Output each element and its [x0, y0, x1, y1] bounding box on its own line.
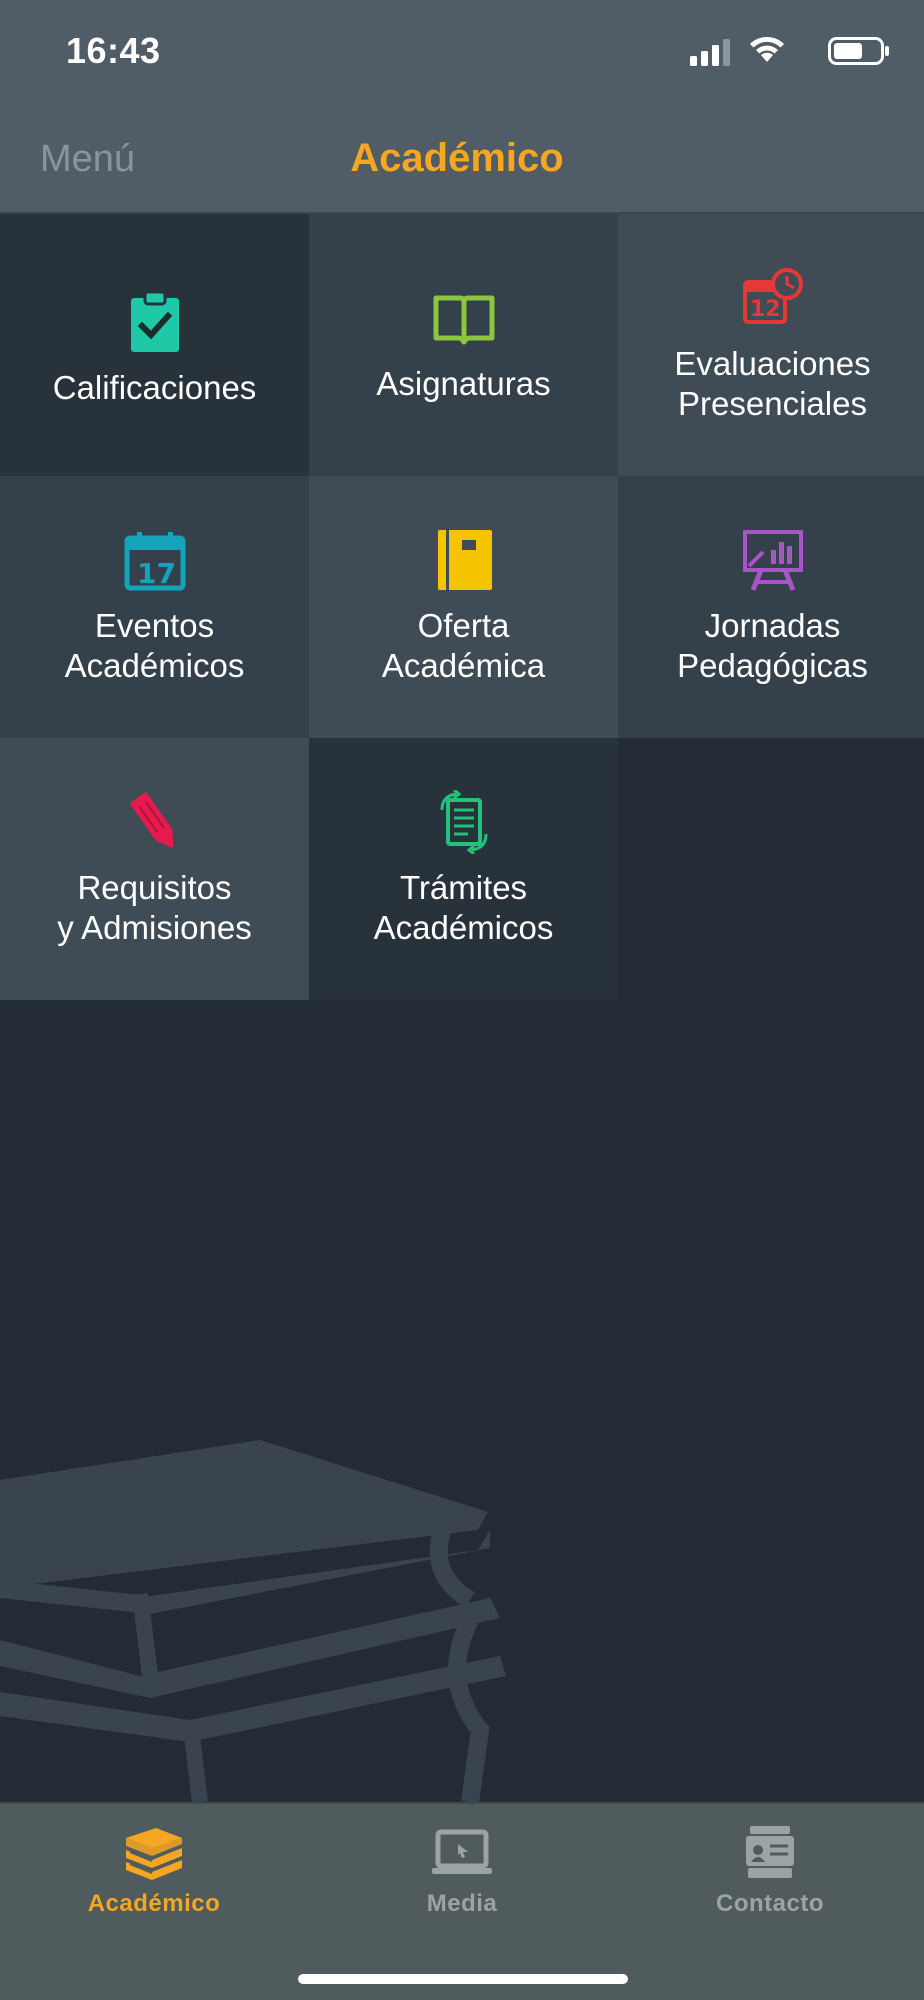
notebook-icon: [437, 530, 492, 590]
tile-label: Oferta Académica: [381, 607, 546, 684]
svg-text:12: 12: [750, 297, 781, 322]
wifi-icon: [750, 36, 784, 62]
battery-icon: [828, 37, 889, 65]
tile-label: Calificaciones: [52, 369, 257, 406]
open-book-icon: [433, 295, 494, 345]
books-background-illustration: [0, 1440, 506, 1802]
tile-asignaturas[interactable]: Asignaturas: [309, 214, 618, 476]
tile-label: Evaluaciones Presenciales: [674, 345, 871, 422]
presentation-board-icon: [742, 530, 803, 591]
tile-oferta-academica[interactable]: Oferta Académica: [309, 476, 618, 738]
calendar-17-icon: 17: [124, 532, 185, 591]
tab-label: Contacto: [716, 1890, 824, 1917]
tile-eventos-academicos[interactable]: 17 Eventos Académicos: [0, 476, 309, 738]
calendar-day-number: 17: [137, 557, 176, 590]
document-refresh-icon: [440, 790, 487, 854]
tile-requisitos-admisiones[interactable]: Requisitos y Admisiones: [0, 738, 309, 1000]
page-title: Académico: [350, 136, 564, 180]
tile-tramites-academicos[interactable]: Trámites Académicos: [309, 738, 618, 1000]
status-bar: 16:43: [0, 0, 924, 100]
tile-label: Trámites Académicos: [373, 869, 554, 946]
tile-label: Asignaturas: [376, 365, 551, 402]
nav-bar: Menú Académico: [0, 100, 924, 214]
home-indicator[interactable]: [298, 1974, 628, 1984]
status-icons: [630, 34, 890, 68]
tile-calificaciones[interactable]: Calificaciones: [0, 214, 309, 476]
tile-label: Eventos Académicos: [64, 607, 245, 684]
tab-academico[interactable]: Académico: [0, 1824, 308, 1934]
contact-card-icon: [746, 1826, 794, 1878]
tab-label: Académico: [87, 1890, 221, 1917]
tile-jornadas-pedagogicas[interactable]: Jornadas Pedagógicas: [618, 476, 924, 738]
tab-media[interactable]: Media: [308, 1824, 616, 1934]
tab-label: Media: [426, 1890, 498, 1917]
pencil-icon: [129, 792, 173, 849]
cellular-signal-icon: [690, 39, 730, 66]
tab-contacto[interactable]: Contacto: [616, 1824, 924, 1934]
books-stack-icon: [126, 1828, 182, 1880]
calendar-clock-icon: 12: [742, 268, 803, 324]
tile-evaluaciones-presenciales[interactable]: 12 Evaluaciones Presenciales: [618, 214, 924, 476]
tile-label: Jornadas Pedagógicas: [677, 607, 868, 684]
clipboard-check-icon: [130, 290, 179, 352]
tab-bar: Académico Media Contacto: [0, 1802, 924, 2000]
status-time: 16:43: [66, 30, 161, 71]
tile-label: Requisitos y Admisiones: [57, 869, 252, 946]
laptop-icon: [432, 1829, 492, 1874]
